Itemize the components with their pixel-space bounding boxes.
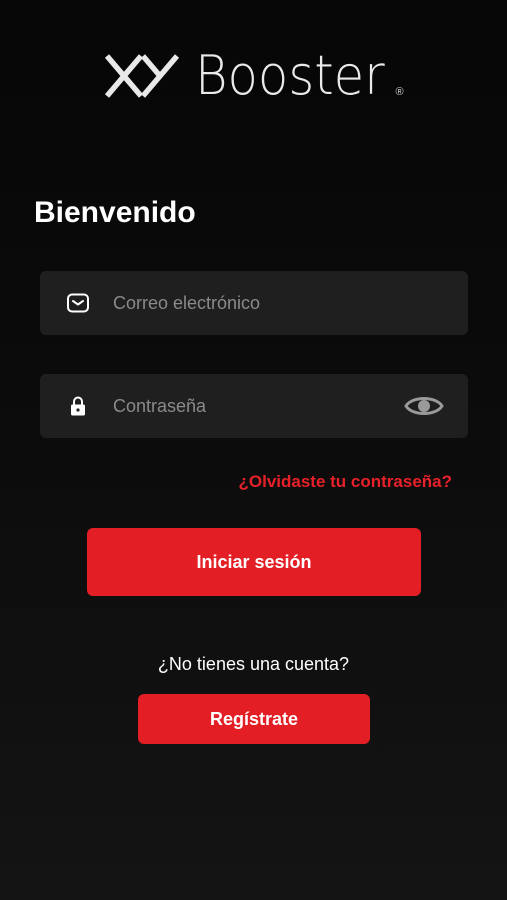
email-input[interactable] <box>113 271 468 335</box>
page-title: Bienvenido <box>34 196 196 229</box>
email-field <box>40 271 468 335</box>
mail-icon <box>66 291 90 315</box>
eye-icon[interactable] <box>404 391 444 421</box>
brand-logo: Booster ® <box>0 44 507 108</box>
forgot-password-link[interactable]: ¿Olvidaste tu contraseña? <box>239 472 453 492</box>
password-field <box>40 374 468 438</box>
no-account-text: ¿No tienes una cuenta? <box>157 654 350 674</box>
login-button[interactable]: Iniciar sesión <box>87 528 421 596</box>
password-input[interactable] <box>113 374 396 438</box>
lock-icon <box>66 394 90 418</box>
register-button[interactable]: Regístrate <box>138 694 370 744</box>
brand-name: Booster <box>195 44 386 107</box>
xy-logo-icon <box>105 54 180 98</box>
login-screen: Booster ® Bienvenido ¿Olvida <box>0 0 507 900</box>
registered-mark: ® <box>395 86 404 98</box>
